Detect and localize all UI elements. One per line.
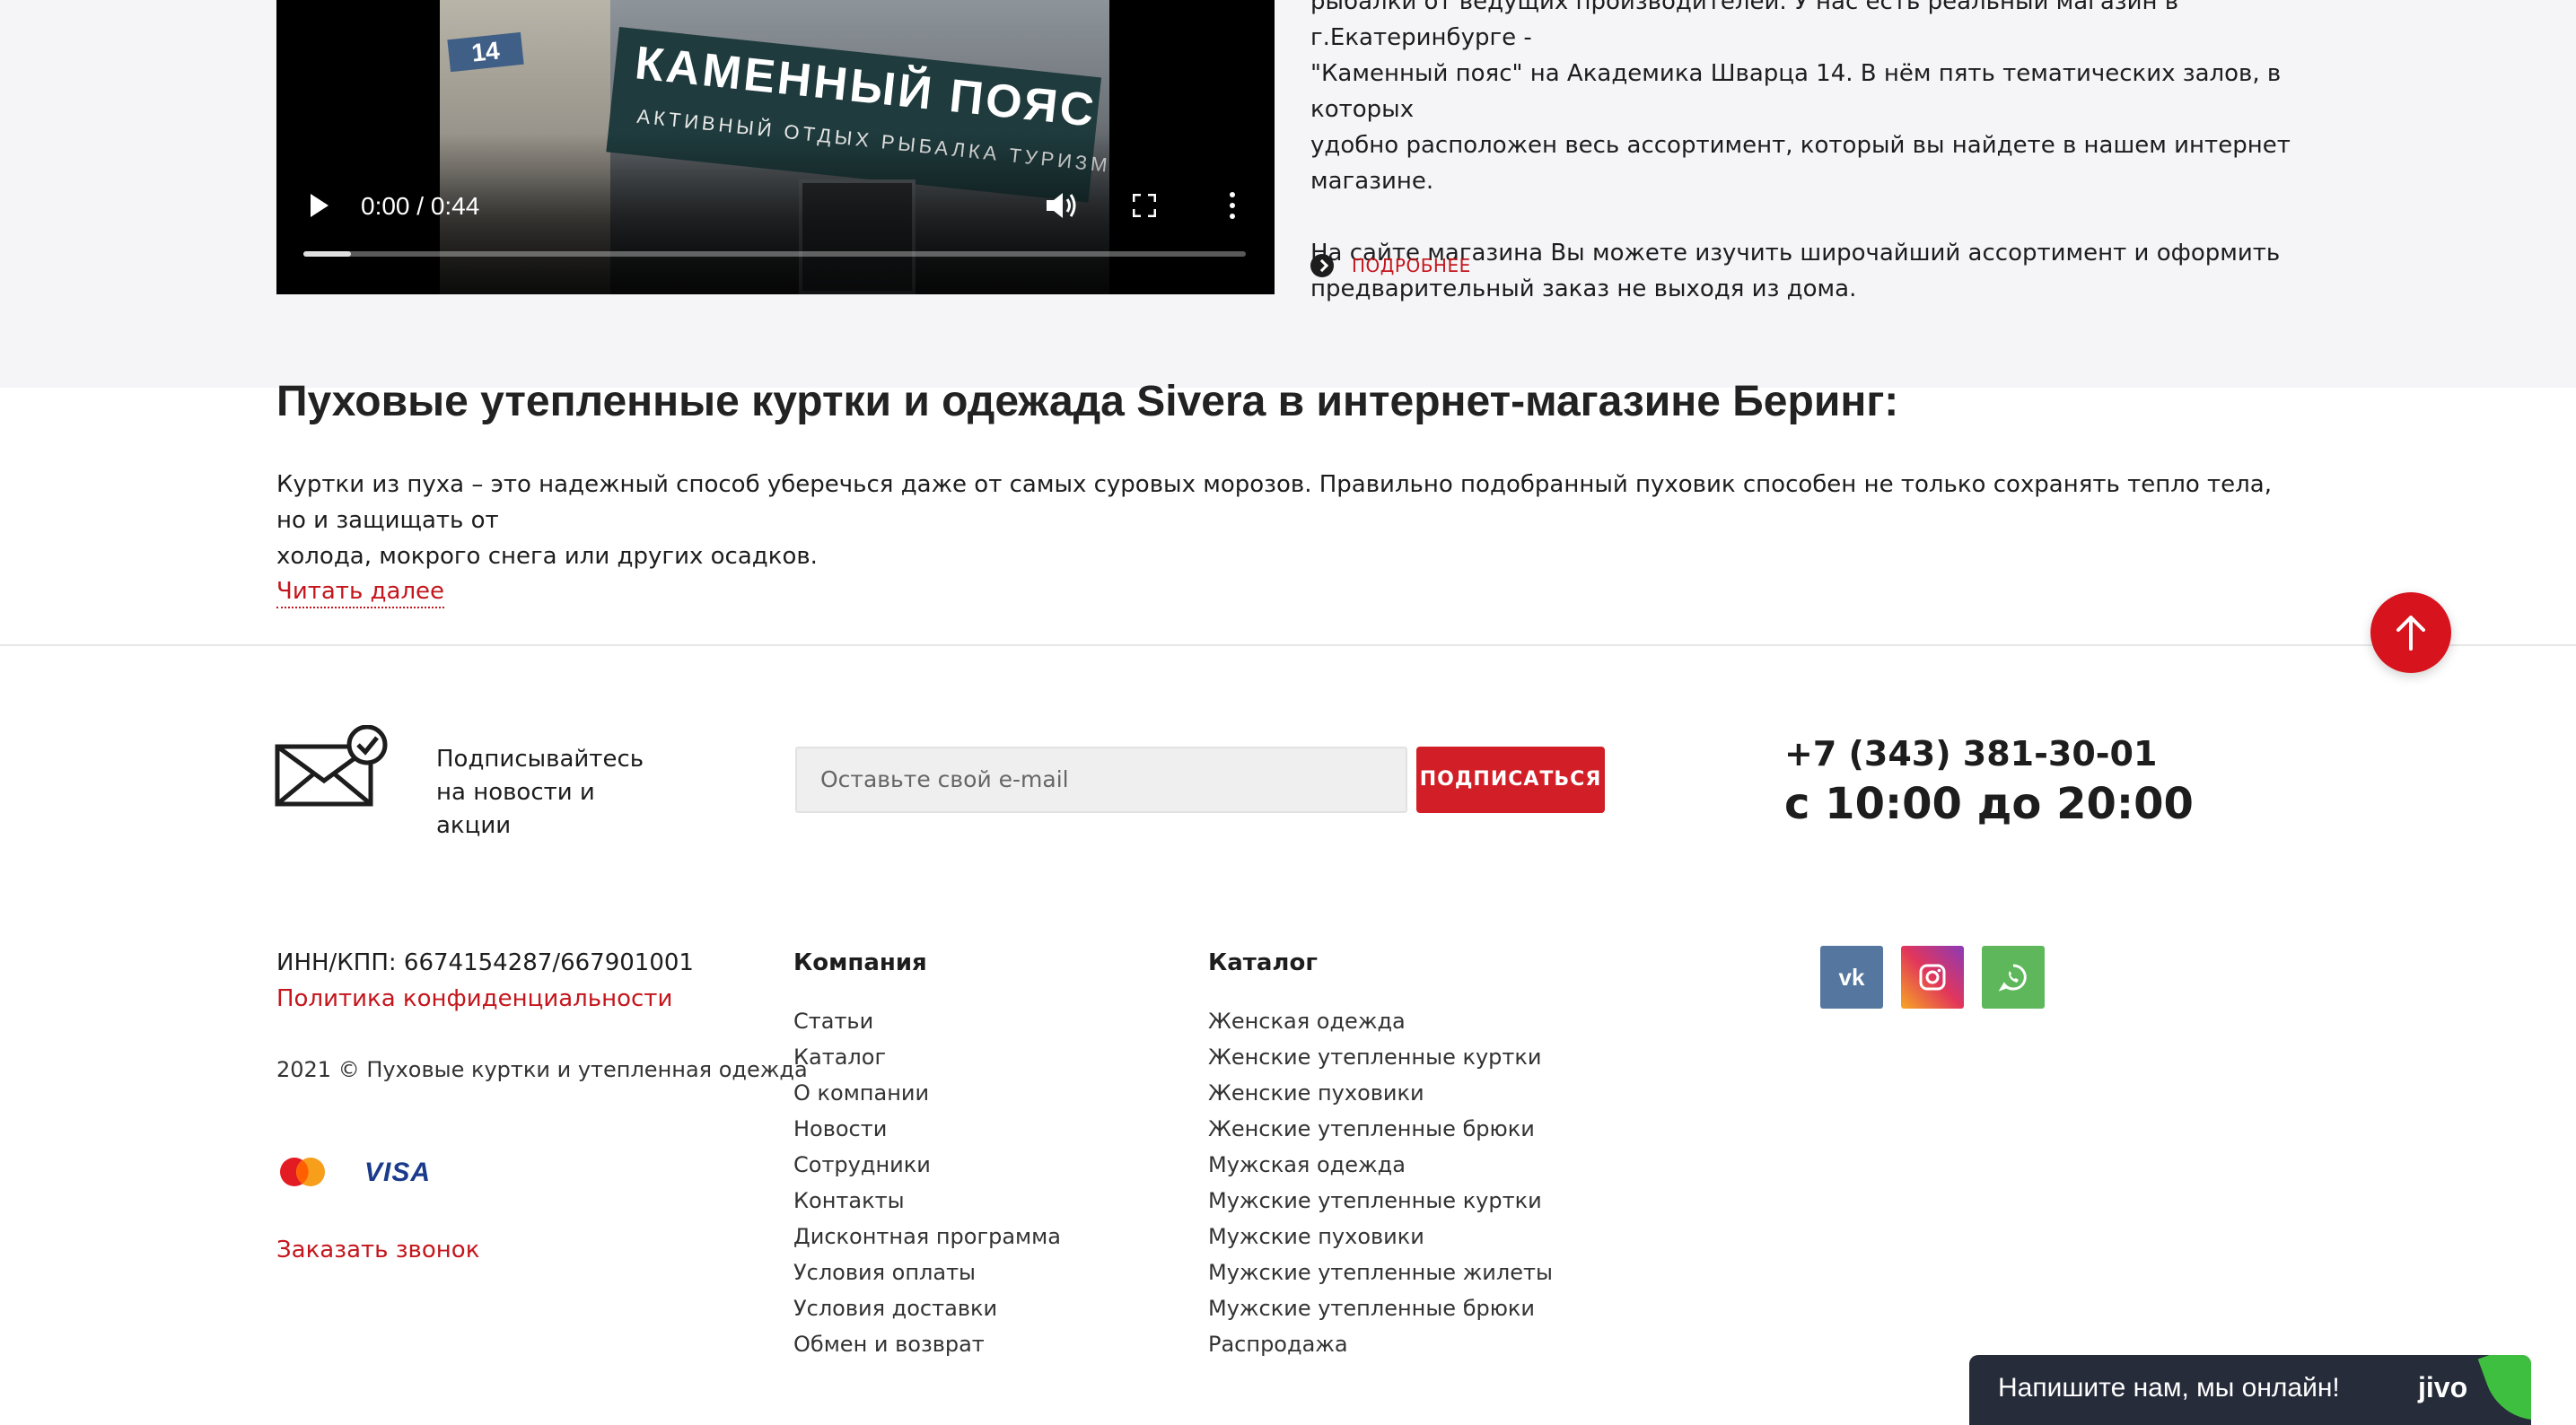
catalog-link[interactable]: Женская одежда xyxy=(1208,1003,1553,1039)
company-link[interactable]: Условия доставки xyxy=(793,1290,1061,1326)
instagram-icon xyxy=(1919,964,1946,991)
section-divider xyxy=(0,644,2576,646)
about-store-text: рыбалки от ведущих производителей. У нас… xyxy=(1310,0,2291,302)
visa-icon: VISA xyxy=(364,1158,432,1187)
mastercard-icon xyxy=(280,1158,325,1186)
working-hours: с 10:00 до 20:00 xyxy=(1784,779,2194,829)
whatsapp-icon xyxy=(1999,964,2027,992)
company-link[interactable]: Дисконтная программа xyxy=(793,1219,1061,1255)
catalog-link[interactable]: Женские утепленные куртки xyxy=(1208,1039,1553,1075)
chat-widget[interactable]: Напишите нам, мы онлайн! jivo xyxy=(1969,1355,2531,1425)
play-icon[interactable] xyxy=(311,194,329,217)
vk-link[interactable]: vk xyxy=(1820,946,1883,1009)
catalog-link[interactable]: Женские утепленные брюки xyxy=(1208,1111,1553,1147)
whatsapp-link[interactable] xyxy=(1982,946,2045,1009)
copyright: 2021 © Пуховые куртки и утепленная одежд… xyxy=(276,1057,808,1082)
email-input[interactable]: Оставьте свой e-mail xyxy=(795,747,1407,813)
read-more-link[interactable]: Читать далее xyxy=(276,576,445,608)
chevron-right-icon xyxy=(1310,254,1334,277)
seo-title: Пуховые утепленные куртки и одежада Sive… xyxy=(276,378,1899,425)
company-link[interactable]: Сотрудники xyxy=(793,1147,1061,1183)
catalog-link[interactable]: Мужская одежда xyxy=(1208,1147,1553,1183)
company-links: Статьи Каталог О компании Новости Сотруд… xyxy=(793,1003,1061,1362)
catalog-link[interactable]: Мужские пуховики xyxy=(1208,1219,1553,1255)
catalog-link[interactable]: Мужские утепленные куртки xyxy=(1208,1183,1553,1219)
subscribe-button[interactable]: ПОДПИСАТЬСЯ xyxy=(1416,747,1605,813)
subscribe-caption: Подписывайтесь на новости и акции xyxy=(436,746,644,839)
company-link[interactable]: Условия оплаты xyxy=(793,1255,1061,1290)
company-link[interactable]: О компании xyxy=(793,1075,1061,1111)
catalog-link[interactable]: Мужские утепленные брюки xyxy=(1208,1290,1553,1326)
company-link[interactable]: Каталог xyxy=(793,1039,1061,1075)
order-callback-link[interactable]: Заказать звонок xyxy=(276,1237,479,1263)
company-link[interactable]: Обмен и возврат xyxy=(793,1326,1061,1362)
company-link[interactable]: Новости xyxy=(793,1111,1061,1147)
envelope-check-icon xyxy=(275,725,388,807)
jivo-logo: jivo xyxy=(2418,1371,2468,1403)
chat-label: Напишите нам, мы онлайн! xyxy=(1998,1373,2340,1403)
catalog-link[interactable]: Распродажа xyxy=(1208,1326,1553,1362)
catalog-links: Женская одежда Женские утепленные куртки… xyxy=(1208,1003,1553,1362)
video-progress xyxy=(303,251,351,257)
jivo-leaf-icon xyxy=(2477,1355,2531,1425)
phone-number[interactable]: +7 (343) 381-30-01 xyxy=(1784,734,2157,774)
video-seek-bar[interactable] xyxy=(303,251,1246,257)
company-link[interactable]: Статьи xyxy=(793,1003,1061,1039)
more-options-icon[interactable] xyxy=(1228,192,1237,221)
seo-text: Куртки из пуха – это надежный способ убе… xyxy=(276,471,2272,570)
store-video-player[interactable]: 14 КАМЕННЫЙ ПОЯС АКТИВНЫЙ ОТДЫХ РЫБАЛКА … xyxy=(276,0,1275,294)
fullscreen-icon[interactable] xyxy=(1133,194,1156,217)
catalog-link[interactable]: Женские пуховики xyxy=(1208,1075,1553,1111)
vk-icon: vk xyxy=(1838,964,1865,991)
catalog-link[interactable]: Мужские утепленные жилеты xyxy=(1208,1255,1553,1290)
catalog-column-title: Каталог xyxy=(1208,949,1318,976)
scroll-to-top-button[interactable] xyxy=(2370,592,2451,673)
more-link[interactable]: ПОДРОБНЕЕ xyxy=(1310,253,1471,278)
inn-kpp: ИНН/КПП: 6674154287/667901001 xyxy=(276,949,694,976)
instagram-link[interactable] xyxy=(1901,946,1964,1009)
volume-icon[interactable] xyxy=(1045,190,1081,221)
company-link[interactable]: Контакты xyxy=(793,1183,1061,1219)
video-time: 0:00 / 0:44 xyxy=(361,192,480,220)
arrow-up-icon xyxy=(2396,616,2425,651)
privacy-policy-link[interactable]: Политика конфиденциальности xyxy=(276,985,672,1012)
company-column-title: Компания xyxy=(793,949,927,976)
